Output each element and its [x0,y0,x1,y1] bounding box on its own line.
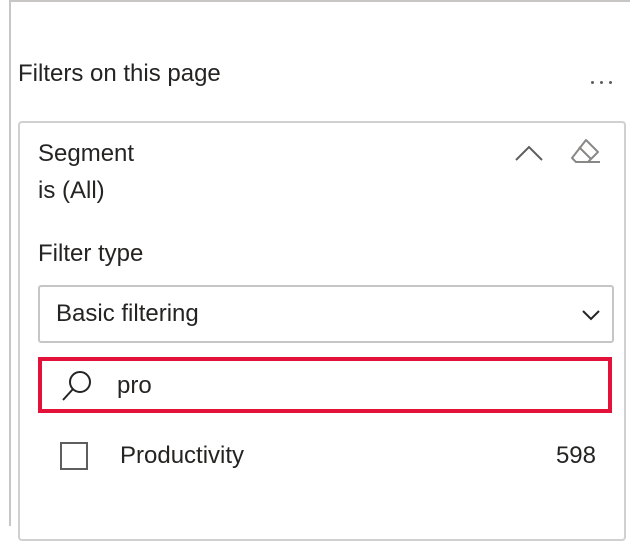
filter-type-selected-value: Basic filtering [56,300,199,327]
section-title: Filters on this page [18,60,221,87]
filter-pane-top-border [9,0,630,2]
chevron-down-icon [582,310,600,321]
filter-value-label: Productivity [120,442,245,469]
search-box-highlighted[interactable] [38,357,612,413]
filter-value-checkbox[interactable] [60,442,88,470]
more-horizontal-icon [590,80,594,84]
chevron-up-icon [515,145,543,161]
more-options-button[interactable] [584,70,618,94]
clear-filter-button[interactable] [566,136,606,168]
search-icon [62,371,91,401]
filter-value-count: 598 [555,442,596,469]
more-dot [599,80,603,84]
filter-field-state: is (All) [38,177,105,204]
eraser-icon [571,139,600,163]
filter-type-dropdown[interactable]: Basic filtering [38,285,614,343]
filter-pane-border [9,0,11,526]
filter-value-row[interactable]: Productivity 598 [38,432,614,484]
more-dot [608,80,612,84]
collapse-filter-button[interactable] [511,138,547,166]
search-input[interactable] [117,369,597,403]
filter-field-name[interactable]: Segment [38,138,134,170]
filter-type-label: Filter type [38,240,144,267]
